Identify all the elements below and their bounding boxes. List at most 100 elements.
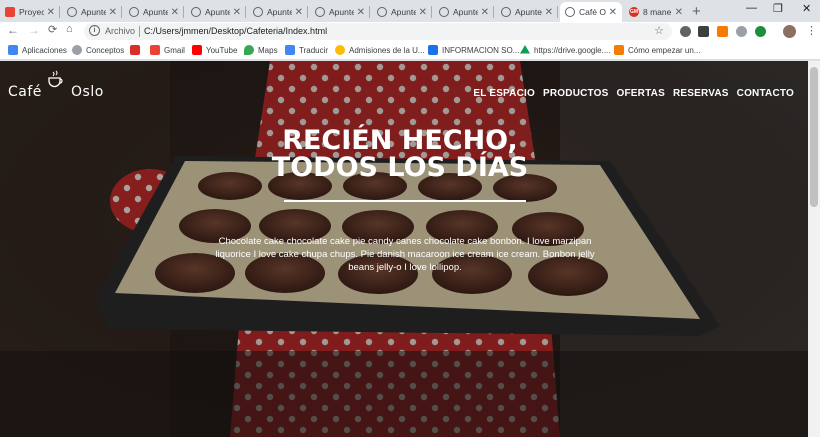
close-icon[interactable]: ✕ (109, 7, 117, 18)
tab-label: Apuntes (143, 7, 168, 17)
tab-8[interactable]: Apuntes ✕ (434, 2, 494, 22)
hero-divider (284, 200, 526, 202)
site-logo[interactable]: Café Oslo (8, 70, 103, 100)
close-icon[interactable]: ✕ (233, 7, 241, 18)
nav-ofertas[interactable]: OFERTAS (617, 88, 665, 99)
bookmark-item[interactable]: Admisiones de la U... (335, 45, 425, 55)
close-icon[interactable]: ✕ (419, 7, 427, 18)
close-icon[interactable]: ✕ (295, 7, 303, 18)
tab-label: Apuntes (329, 7, 354, 17)
extension-icon[interactable] (680, 26, 691, 37)
address-bar[interactable]: i Archivo C:/Users/jmmen/Desktop/Cafeter… (84, 23, 672, 40)
tab-3[interactable]: Apuntes ✕ (124, 2, 184, 22)
nav-el-espacio[interactable]: EL ESPACIO (473, 88, 535, 99)
profile-avatar[interactable] (783, 25, 796, 38)
main-nav: EL ESPACIO PRODUCTOS OFERTAS RESERVAS CO… (473, 88, 794, 99)
bookmark-item[interactable]: https://drive.google.... (520, 45, 611, 55)
tab-6[interactable]: Apuntes ✕ (310, 2, 370, 22)
bookmark-item[interactable]: INFORMACION SO... (428, 45, 519, 55)
maps-pin-icon (244, 45, 254, 55)
new-tab-button[interactable]: + (692, 3, 701, 20)
brand-word-right: Oslo (71, 84, 104, 100)
tab-7[interactable]: Apuntes ✕ (372, 2, 432, 22)
tab-11[interactable]: GM 8 mane ✕ (624, 2, 688, 22)
tab-label: Apuntes (391, 7, 416, 17)
globe-icon (439, 7, 449, 17)
tab-5[interactable]: Apuntes ✕ (248, 2, 308, 22)
hero-title-line2: TODOS LOS DÍAS (271, 152, 529, 183)
home-icon[interactable]: ⌂ (66, 23, 73, 35)
close-icon[interactable]: ✕ (47, 7, 55, 18)
close-icon[interactable]: ✕ (545, 7, 553, 18)
extension-gray-icon[interactable] (736, 26, 747, 37)
bookmark-item[interactable]: Aplicaciones (8, 45, 67, 55)
nav-productos[interactable]: PRODUCTOS (543, 88, 609, 99)
window-close-icon[interactable]: ✕ (802, 2, 811, 15)
globe-icon (377, 7, 387, 17)
site-icon (130, 45, 140, 55)
bookmark-label: YouTube (206, 45, 238, 55)
globe-icon (129, 7, 139, 17)
back-icon[interactable]: ← (7, 23, 19, 37)
extension-orange-icon[interactable] (717, 26, 728, 37)
hero-title: RECIÉN HECHO, TODOS LOS DÍAS (180, 127, 620, 181)
nav-contacto[interactable]: CONTACTO (737, 88, 794, 99)
page-scrollbar[interactable] (808, 61, 820, 437)
tab-label: Café O (579, 7, 606, 17)
address-url[interactable]: C:/Users/jmmen/Desktop/Cafeteria/Index.h… (144, 26, 327, 36)
bookmark-label: Aplicaciones (22, 45, 67, 55)
extension-layers-icon[interactable] (698, 26, 709, 37)
tab-label: Apuntes (515, 7, 542, 17)
tab-strip: Proyect ✕ Apuntes ✕ Apuntes ✕ Apuntes ✕ … (0, 0, 820, 22)
sun-icon (335, 45, 345, 55)
bookmark-label: INFORMACION SO... (442, 45, 520, 55)
extension-green-icon[interactable] (755, 26, 766, 37)
globe-icon (72, 45, 82, 55)
globe-icon (501, 7, 511, 17)
close-icon[interactable]: ✕ (675, 7, 683, 18)
tab-label: Proyect (19, 7, 44, 17)
bookmark-label: Gmail (164, 45, 185, 55)
close-icon[interactable]: ✕ (609, 7, 617, 18)
bookmark-label: https://drive.google.... (534, 45, 611, 55)
menu-icon[interactable]: ⋮ (806, 24, 817, 37)
bookmark-item[interactable]: Cómo empezar un... (614, 45, 700, 55)
tab-1[interactable]: Proyect ✕ (0, 2, 60, 22)
bookmark-label: Traducir (299, 45, 329, 55)
reload-icon[interactable]: ⟳ (48, 23, 57, 36)
info-icon[interactable]: i (89, 25, 100, 36)
site-icon: GM (629, 7, 639, 17)
nav-reservas[interactable]: RESERVAS (673, 88, 729, 99)
bookmark-item[interactable]: Maps (244, 45, 278, 55)
restore-icon[interactable]: ❐ (773, 2, 783, 15)
tab-label: Apuntes (453, 7, 478, 17)
close-icon[interactable]: ✕ (357, 7, 365, 18)
bookmark-label: Conceptos (86, 45, 125, 55)
forward-icon[interactable]: → (28, 23, 40, 37)
bookmark-star-icon[interactable]: ☆ (654, 24, 664, 37)
globe-icon (67, 7, 77, 17)
scrollbar-thumb[interactable] (810, 67, 818, 207)
tab-active[interactable]: Café O ✕ (560, 2, 622, 22)
bookmark-item[interactable]: Conceptos (72, 45, 124, 55)
bookmark-item[interactable]: YouTube (192, 45, 237, 55)
tab-4[interactable]: Apuntes ✕ (186, 2, 246, 22)
google-drive-icon (520, 45, 530, 54)
bookmark-item[interactable]: Traducir (285, 45, 328, 55)
close-icon[interactable]: ✕ (481, 7, 489, 18)
tab-label: Apuntes (267, 7, 292, 17)
site-icon (614, 45, 624, 55)
tab-2[interactable]: Apuntes ✕ (62, 2, 122, 22)
bookmark-label: Admisiones de la U... (349, 45, 425, 55)
tab-9[interactable]: Apuntes ✕ (496, 2, 558, 22)
browser-toolbar: ← → ⟳ ⌂ i Archivo C:/Users/jmmen/Desktop… (0, 22, 820, 41)
youtube-icon (192, 45, 202, 55)
minimize-icon[interactable]: — (746, 2, 757, 14)
bookmark-item[interactable] (130, 45, 144, 55)
bookmark-item[interactable]: Gmail (150, 45, 185, 55)
globe-icon (315, 7, 325, 17)
tab-label: Apuntes (205, 7, 230, 17)
bookmark-label: Maps (258, 45, 278, 55)
close-icon[interactable]: ✕ (171, 7, 179, 18)
address-scheme: Archivo (105, 26, 136, 36)
